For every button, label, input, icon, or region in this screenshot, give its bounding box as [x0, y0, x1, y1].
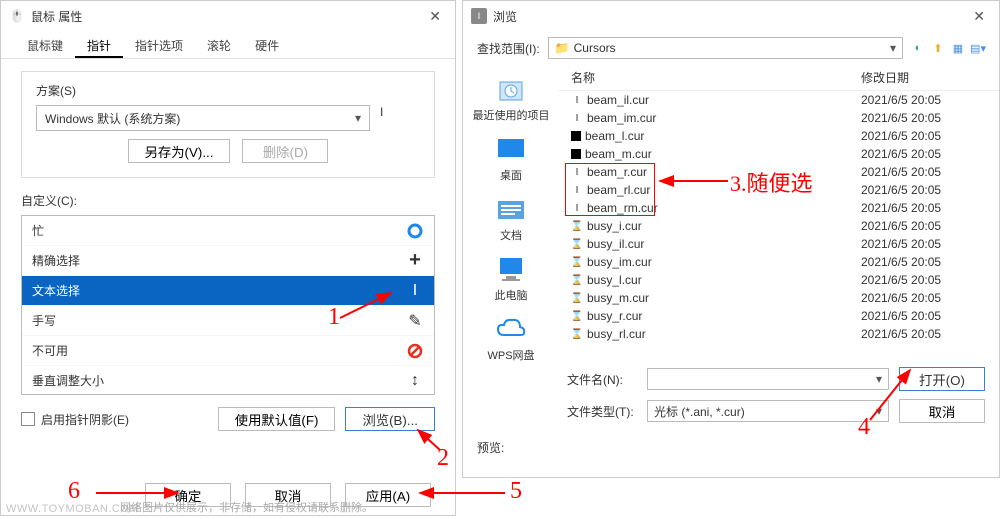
- pen-icon: ✎: [406, 312, 424, 330]
- scheme-fieldset: 方案(S) Windows 默认 (系统方案) I 另存为(V)... 删除(D…: [21, 71, 435, 178]
- plus-icon: +: [406, 252, 424, 270]
- tab-content: 方案(S) Windows 默认 (系统方案) I 另存为(V)... 删除(D…: [1, 59, 455, 443]
- tab-pointers[interactable]: 指针: [75, 31, 123, 58]
- delete-button[interactable]: 删除(D): [242, 139, 328, 163]
- dialog-title: 浏览: [493, 8, 967, 25]
- mouse-icon: 🖱️: [9, 8, 25, 24]
- scheme-select[interactable]: Windows 默认 (系统方案): [36, 105, 370, 131]
- tab-wheel[interactable]: 滚轮: [195, 31, 243, 58]
- filetype-select[interactable]: 光标 (*.ani, *.cur): [647, 400, 889, 422]
- browse-dialog: I 浏览 ✕ 查找范围(I): 📁 Cursors ◐ ⬆ ▦ ▤▾ 最近使用的项…: [462, 0, 1000, 478]
- ibeam-icon: I: [406, 282, 424, 300]
- folder-icon: 📁: [555, 41, 570, 55]
- place-recent[interactable]: 最近使用的项目: [473, 69, 550, 125]
- tab-hardware[interactable]: 硬件: [243, 31, 291, 58]
- file-row[interactable]: ⌛busy_i.cur2021/6/5 20:05: [559, 217, 999, 235]
- close-icon[interactable]: ✕: [967, 6, 991, 27]
- file-row[interactable]: ⌛busy_rl.cur2021/6/5 20:05: [559, 325, 999, 343]
- cursor-item-unavailable[interactable]: 不可用: [22, 336, 434, 366]
- cursor-item-text-select[interactable]: 文本选择 I: [22, 276, 434, 306]
- places-bar: 最近使用的项目 桌面 文档 此电脑 WPS网盘: [463, 65, 559, 357]
- tab-buttons[interactable]: 鼠标键: [15, 31, 75, 58]
- pc-icon: [493, 251, 529, 287]
- filename-label: 文件名(N):: [567, 371, 637, 388]
- lookup-value: Cursors: [574, 41, 616, 55]
- file-row[interactable]: beam_m.cur2021/6/5 20:05: [559, 145, 999, 163]
- filetype-label: 文件类型(T):: [567, 403, 637, 420]
- file-row[interactable]: ⌛busy_il.cur2021/6/5 20:05: [559, 235, 999, 253]
- file-row[interactable]: ⌛busy_l.cur2021/6/5 20:05: [559, 271, 999, 289]
- col-date[interactable]: 修改日期: [861, 69, 987, 86]
- browse-button[interactable]: 浏览(B)...: [345, 407, 435, 431]
- close-icon[interactable]: ✕: [423, 6, 447, 27]
- place-desktop[interactable]: 桌面: [493, 129, 529, 185]
- scheme-value: Windows 默认 (系统方案): [45, 110, 180, 127]
- save-as-button[interactable]: 另存为(V)...: [128, 139, 231, 163]
- cursor-file-icon: I: [471, 8, 487, 24]
- browse-body: 最近使用的项目 桌面 文档 此电脑 WPS网盘 名称 修改日期: [463, 65, 999, 357]
- up-icon[interactable]: ⬆: [931, 41, 945, 55]
- shadow-label: 启用指针阴影(E): [41, 411, 129, 428]
- scheme-label: 方案(S): [36, 82, 420, 99]
- shadow-checkbox[interactable]: [21, 412, 35, 426]
- cloud-icon: [493, 311, 529, 347]
- place-this-pc[interactable]: 此电脑: [493, 249, 529, 305]
- file-row[interactable]: Ibeam_il.cur2021/6/5 20:05: [559, 91, 999, 109]
- place-wps-cloud[interactable]: WPS网盘: [487, 309, 534, 365]
- cursor-item-busy[interactable]: 忙: [22, 216, 434, 246]
- col-name[interactable]: 名称: [571, 69, 861, 86]
- open-button[interactable]: 打开(O): [899, 367, 985, 391]
- shadow-row: 启用指针阴影(E) 使用默认值(F) 浏览(B)...: [21, 407, 435, 431]
- busy-icon: [406, 222, 424, 240]
- mouse-properties-dialog: 🖱️ 鼠标 属性 ✕ 鼠标键 指针 指针选项 滚轮 硬件 方案(S) Windo…: [0, 0, 456, 516]
- recent-icon: [493, 71, 529, 107]
- back-icon[interactable]: ◐: [911, 41, 925, 55]
- cancel-button-browse[interactable]: 取消: [899, 399, 985, 423]
- scheme-preview: I: [380, 105, 420, 131]
- file-header: 名称 修改日期: [559, 65, 999, 91]
- desktop-icon: [493, 131, 529, 167]
- titlebar: 🖱️ 鼠标 属性 ✕: [1, 1, 455, 31]
- file-rows[interactable]: Ibeam_il.cur2021/6/5 20:05Ibeam_im.cur20…: [559, 91, 999, 357]
- dialog-title: 鼠标 属性: [31, 8, 423, 25]
- caption: 网络图片仅供展示，非存储，如有侵权请联系删除。: [120, 499, 373, 515]
- cursor-item-precision[interactable]: 精确选择 +: [22, 246, 434, 276]
- place-documents[interactable]: 文档: [493, 189, 529, 245]
- toolbar-icons: ◐ ⬆ ▦ ▤▾: [911, 41, 985, 55]
- file-row[interactable]: ⌛busy_im.cur2021/6/5 20:05: [559, 253, 999, 271]
- forbid-icon: [406, 342, 424, 360]
- cursor-item-handwriting[interactable]: 手写 ✎: [22, 306, 434, 336]
- filename-input[interactable]: [647, 368, 889, 390]
- tab-pointer-options[interactable]: 指针选项: [123, 31, 195, 58]
- cursor-list[interactable]: 忙 精确选择 + 文本选择 I 手写 ✎ 不可用 垂直调整大小 ↕: [21, 215, 435, 395]
- annotation-5: 5: [510, 478, 522, 505]
- lookup-label: 查找范围(I):: [477, 40, 540, 57]
- lookup-select[interactable]: 📁 Cursors: [548, 37, 903, 59]
- use-default-button[interactable]: 使用默认值(F): [218, 407, 336, 431]
- titlebar: I 浏览 ✕: [463, 1, 999, 31]
- tabs: 鼠标键 指针 指针选项 滚轮 硬件: [1, 31, 455, 59]
- preview-label: 预览:: [463, 433, 999, 462]
- docs-icon: [493, 191, 529, 227]
- views-icon[interactable]: ▤▾: [971, 41, 985, 55]
- file-row[interactable]: beam_l.cur2021/6/5 20:05: [559, 127, 999, 145]
- vresize-icon: ↕: [406, 372, 424, 390]
- new-folder-icon[interactable]: ▦: [951, 41, 965, 55]
- cursor-item-vresize[interactable]: 垂直调整大小 ↕: [22, 366, 434, 395]
- file-row[interactable]: ⌛busy_m.cur2021/6/5 20:05: [559, 289, 999, 307]
- file-footer: 文件名(N): 打开(O) 文件类型(T): 光标 (*.ani, *.cur)…: [463, 357, 999, 433]
- file-row[interactable]: ⌛busy_r.cur2021/6/5 20:05: [559, 307, 999, 325]
- customize-label: 自定义(C):: [21, 192, 435, 209]
- lookup-row: 查找范围(I): 📁 Cursors ◐ ⬆ ▦ ▤▾: [463, 31, 999, 65]
- selection-box-annotation: [565, 163, 655, 216]
- file-row[interactable]: Ibeam_im.cur2021/6/5 20:05: [559, 109, 999, 127]
- file-list-area: 名称 修改日期 Ibeam_il.cur2021/6/5 20:05Ibeam_…: [559, 65, 999, 357]
